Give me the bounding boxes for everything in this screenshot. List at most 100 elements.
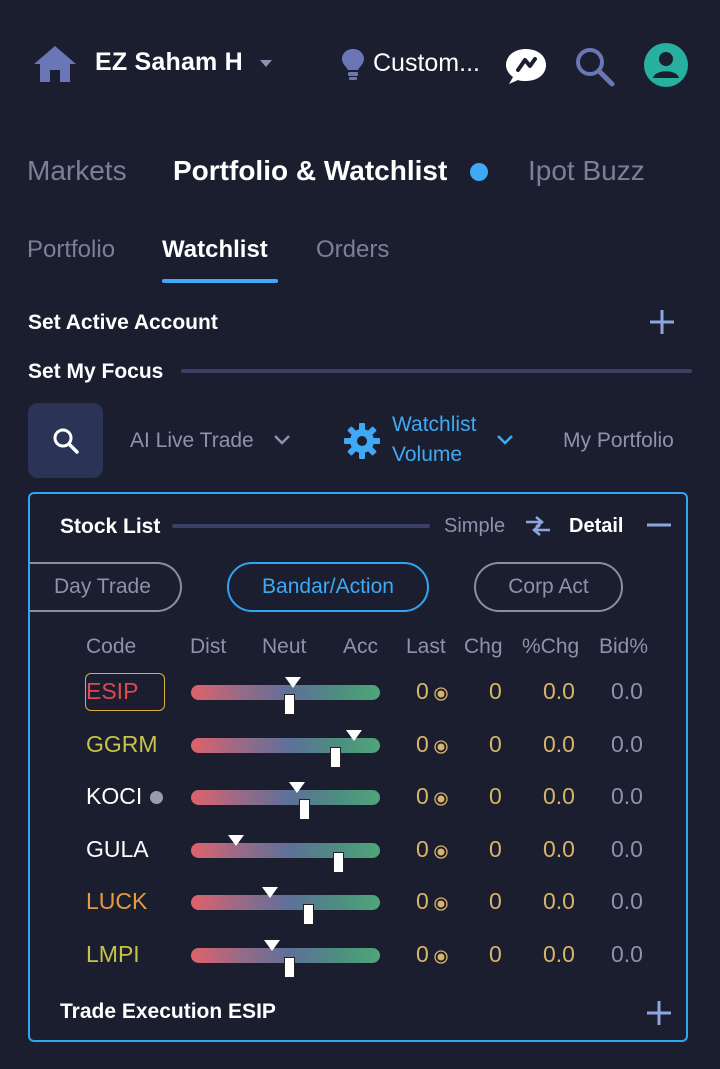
chat-icon[interactable]: [503, 46, 549, 86]
slider-knob: [303, 904, 315, 925]
dist-acc-slider: [191, 790, 380, 805]
caret-down-icon[interactable]: [258, 58, 274, 70]
target-dot-icon: [434, 687, 448, 701]
triangle-marker: [285, 677, 302, 688]
subtab-portfolio[interactable]: Portfolio: [27, 236, 115, 264]
search-icon: [53, 428, 79, 454]
col-chg[interactable]: Chg: [464, 635, 503, 659]
stock-code[interactable]: KOCI: [86, 783, 142, 810]
chg-value: 0: [489, 888, 502, 914]
filter-day-trade-label: Day Trade: [54, 575, 151, 598]
set-my-focus-label: Set My Focus: [28, 360, 164, 383]
col-neut: Neut: [262, 635, 307, 658]
chg-value: 0: [489, 836, 502, 862]
chg-value: 0: [489, 783, 502, 809]
status-dot: [150, 791, 163, 804]
target-dot-icon: [434, 950, 448, 964]
watchlist-volume-line2: Volume: [392, 443, 463, 466]
simple-view-toggle[interactable]: Simple: [444, 515, 505, 538]
tab-ipot-buzz[interactable]: Ipot Buzz: [528, 155, 645, 187]
filter-corp-act[interactable]: Corp Act: [474, 562, 623, 612]
last-value: 0: [416, 678, 429, 704]
last-value: 0: [416, 836, 429, 862]
col-pchg[interactable]: %Chg: [522, 635, 579, 659]
last-value: 0: [416, 783, 429, 809]
last-value: 0: [416, 731, 429, 757]
pchg-value: 0.0: [543, 678, 575, 704]
bid-value: 0.0: [611, 783, 643, 809]
tab-portfolio-watchlist[interactable]: Portfolio & Watchlist: [173, 155, 447, 187]
add-account-plus-icon[interactable]: [647, 307, 677, 337]
stock-list-divider: [172, 524, 430, 528]
triangle-marker: [228, 835, 245, 846]
stock-code[interactable]: GGRM: [86, 731, 158, 758]
app-header: EZ Saham H Custom...: [0, 0, 720, 130]
swap-icon[interactable]: [522, 514, 554, 538]
stock-code[interactable]: GULA: [86, 836, 149, 863]
bid-value: 0.0: [611, 888, 643, 914]
set-active-account-label: Set Active Account: [28, 311, 218, 334]
bid-value: 0.0: [611, 941, 643, 967]
triangle-marker: [345, 730, 362, 741]
watchlist-volume-dropdown[interactable]: Watchlist Volume: [392, 410, 476, 470]
target-dot-icon: [434, 740, 448, 754]
slider-knob: [299, 799, 311, 820]
filter-bandar-action[interactable]: Bandar/Action: [227, 562, 429, 612]
col-last[interactable]: Last: [406, 635, 446, 659]
collapse-minus-icon[interactable]: [646, 512, 672, 538]
dist-acc-slider: [191, 843, 380, 858]
subtab-watchlist[interactable]: Watchlist: [162, 236, 268, 264]
custom-dropdown-label[interactable]: Custom...: [373, 49, 480, 78]
my-portfolio-option[interactable]: My Portfolio: [563, 429, 674, 453]
slider-knob: [284, 957, 296, 978]
chg-value: 0: [489, 678, 502, 704]
bid-value: 0.0: [611, 678, 643, 704]
tab-markets[interactable]: Markets: [27, 155, 127, 187]
account-name[interactable]: EZ Saham H: [95, 48, 243, 77]
pchg-value: 0.0: [543, 783, 575, 809]
notification-dot: [470, 163, 488, 181]
col-code[interactable]: Code: [86, 635, 136, 659]
col-bid[interactable]: Bid%: [599, 635, 648, 659]
col-dist: Dist: [190, 635, 227, 658]
col-acc: Acc: [343, 635, 379, 658]
chg-value: 0: [489, 731, 502, 757]
dist-acc-slider: [191, 895, 380, 910]
search-icon[interactable]: [572, 44, 616, 88]
chevron-down-icon[interactable]: [496, 434, 514, 446]
user-icon[interactable]: [643, 42, 689, 88]
gear-icon[interactable]: [342, 421, 382, 461]
target-dot-icon: [434, 792, 448, 806]
focus-search-button[interactable]: [28, 403, 103, 478]
stock-code[interactable]: ESIP: [86, 678, 138, 705]
last-value: 0: [416, 888, 429, 914]
chevron-down-icon[interactable]: [273, 434, 291, 446]
stock-code[interactable]: LMPI: [86, 941, 140, 968]
pchg-value: 0.0: [543, 836, 575, 862]
filter-day-trade[interactable]: Day Trade: [30, 562, 182, 612]
slider-knob: [329, 747, 341, 768]
triangle-marker: [288, 782, 305, 793]
target-dot-icon: [434, 897, 448, 911]
triangle-marker: [264, 940, 281, 951]
stock-list-title: Stock List: [60, 515, 161, 538]
trade-execution-plus-icon[interactable]: [644, 998, 674, 1028]
last-value: 0: [416, 941, 429, 967]
lightbulb-icon[interactable]: [340, 48, 366, 82]
pchg-value: 0.0: [543, 941, 575, 967]
active-subtab-indicator: [162, 279, 278, 283]
subtab-orders[interactable]: Orders: [316, 236, 389, 264]
triangle-marker: [262, 887, 279, 898]
slider-knob: [333, 852, 345, 873]
ai-live-trade-dropdown[interactable]: AI Live Trade: [130, 429, 254, 453]
detail-view-toggle[interactable]: Detail: [569, 515, 623, 538]
bid-value: 0.0: [611, 836, 643, 862]
pchg-value: 0.0: [543, 731, 575, 757]
focus-divider: [181, 369, 692, 373]
home-icon[interactable]: [32, 44, 78, 84]
stock-code[interactable]: LUCK: [86, 888, 147, 915]
target-dot-icon: [434, 845, 448, 859]
bid-value: 0.0: [611, 731, 643, 757]
chg-value: 0: [489, 941, 502, 967]
pchg-value: 0.0: [543, 888, 575, 914]
